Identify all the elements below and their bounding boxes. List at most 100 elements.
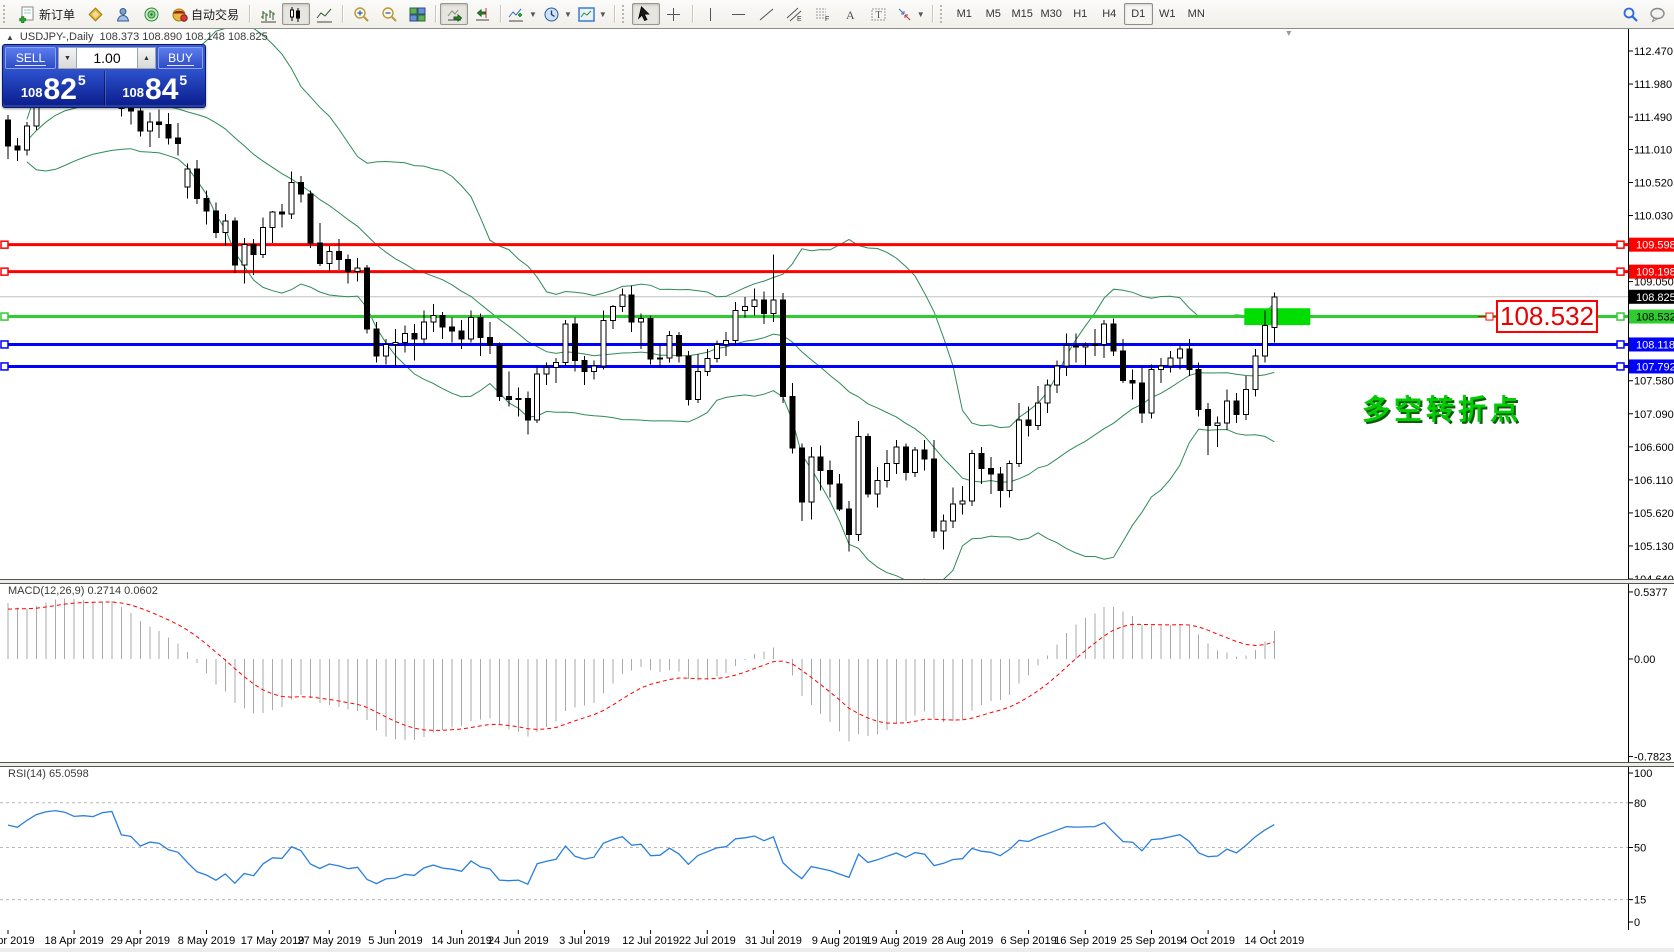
svg-text:14 Oct 2019: 14 Oct 2019	[1244, 935, 1304, 947]
svg-text:107.792: 107.792	[1636, 361, 1674, 373]
horizontal-line-button[interactable]	[725, 3, 753, 25]
candlestick-chart-button[interactable]	[282, 3, 310, 25]
bar-chart-button[interactable]	[254, 3, 282, 25]
search-icon[interactable]	[1622, 6, 1639, 23]
svg-text:9 Aug 2019: 9 Aug 2019	[812, 935, 868, 947]
svg-text:100: 100	[1634, 768, 1652, 780]
toolbar-grip[interactable]	[3, 5, 10, 23]
bar-chart-icon	[260, 6, 277, 23]
channel-button[interactable]: E	[781, 3, 809, 25]
profiles-button[interactable]	[109, 3, 137, 25]
svg-text:111.490: 111.490	[1634, 112, 1672, 124]
new-order-button[interactable]: 新订单	[13, 3, 81, 25]
toolbar-grip[interactable]	[940, 5, 947, 23]
auto-scroll-icon	[446, 6, 463, 23]
sell-price-small: 108	[21, 85, 43, 100]
callout-anchor[interactable]	[1486, 313, 1493, 320]
sell-price-display[interactable]: 108 82 5	[3, 71, 105, 105]
horizontal-line-icon	[730, 6, 747, 23]
volume-increase-button[interactable]: ▲	[137, 47, 156, 69]
text-label-button[interactable]: T	[865, 3, 893, 25]
svg-text:5 Jun 2019: 5 Jun 2019	[368, 935, 422, 947]
svg-text:31 Jul 2019: 31 Jul 2019	[745, 935, 802, 947]
svg-text:112.470: 112.470	[1634, 46, 1673, 58]
volume-stepper: ▼ 1.00 ▲	[58, 47, 156, 69]
tile-windows-button[interactable]	[403, 3, 431, 25]
zoom-in-button[interactable]	[347, 3, 375, 25]
svg-text:-0.7823: -0.7823	[1634, 752, 1671, 764]
chart-canvas[interactable]: 112.470111.980111.490111.010110.520110.0…	[0, 0, 1674, 952]
macd-indicator-label: MACD(12,26,9) 0.2714 0.0602	[8, 585, 158, 597]
trendline-button[interactable]	[753, 3, 781, 25]
crosshair-button[interactable]	[660, 3, 688, 25]
periods-clock-icon	[543, 6, 560, 23]
svg-text:14 Jun 2019: 14 Jun 2019	[431, 935, 492, 947]
svg-text:107.580: 107.580	[1634, 376, 1674, 388]
timeframe-d1-button[interactable]: D1	[1124, 3, 1153, 25]
svg-text:16 Sep 2019: 16 Sep 2019	[1054, 935, 1116, 947]
zoom-out-button[interactable]	[375, 3, 403, 25]
crosshair-icon	[665, 6, 682, 23]
sell-button[interactable]: SELL	[5, 47, 56, 69]
candlestick-chart-icon	[288, 6, 305, 23]
collapse-panel-arrow[interactable]: ▲	[6, 33, 14, 42]
timeframe-m5-button[interactable]: M5	[979, 3, 1008, 25]
text-icon: A	[842, 6, 859, 23]
axis-label-107.792: 107.792	[1629, 359, 1674, 373]
svg-text:4 Oct 2019: 4 Oct 2019	[1181, 935, 1235, 947]
timeframe-m15-button[interactable]: M15	[1008, 3, 1037, 25]
buy-button-label: BUY	[167, 51, 194, 66]
vertical-line-button[interactable]	[697, 3, 725, 25]
periods-button[interactable]: ▼	[540, 3, 575, 25]
timeframe-m30-button[interactable]: M30	[1037, 3, 1066, 25]
chat-icon[interactable]	[1649, 6, 1666, 23]
market-watch-button[interactable]	[81, 3, 109, 25]
cursor-button[interactable]	[632, 3, 660, 25]
indicators-dropdown-arrow[interactable]: ▼	[529, 10, 537, 19]
shapes-dropdown-arrow[interactable]: ▼	[917, 10, 925, 19]
axis-label-current-price: 108.825	[1629, 290, 1674, 304]
symbol-name: USDJPY-,Daily	[20, 31, 94, 43]
svg-text:0.00: 0.00	[1634, 654, 1655, 666]
autotrading-button[interactable]: 自动交易	[165, 3, 245, 25]
sell-button-label: SELL	[15, 51, 46, 66]
svg-text:3 Jul 2019: 3 Jul 2019	[559, 935, 610, 947]
line-chart-button[interactable]	[310, 3, 338, 25]
volume-decrease-button[interactable]: ▼	[58, 47, 77, 69]
zoom-in-icon	[353, 6, 370, 23]
fibonacci-button[interactable]: F	[809, 3, 837, 25]
svg-text:T: T	[876, 10, 882, 21]
fibonacci-icon: F	[814, 6, 831, 23]
templates-dropdown-arrow[interactable]: ▼	[599, 10, 607, 19]
templates-button[interactable]: ▼	[575, 3, 610, 25]
svg-text:25 Sep 2019: 25 Sep 2019	[1120, 935, 1182, 947]
buy-price-display[interactable]: 108 84 5	[105, 71, 206, 105]
indicators-icon	[508, 6, 525, 23]
timeframe-m1-button[interactable]: M1	[950, 3, 979, 25]
signals-button[interactable]	[137, 3, 165, 25]
svg-text:111.980: 111.980	[1634, 79, 1672, 91]
chart-shift-button[interactable]	[468, 3, 496, 25]
timeframe-w1-button[interactable]: W1	[1153, 3, 1182, 25]
turning-point-annotation: 多空转折点	[1362, 388, 1522, 428]
timeframe-h1-button[interactable]: H1	[1066, 3, 1095, 25]
svg-text:105.130: 105.130	[1634, 541, 1674, 553]
text-button[interactable]: A	[837, 3, 865, 25]
shapes-button[interactable]: ▼	[893, 3, 928, 25]
svg-text:A: A	[846, 8, 855, 22]
svg-text:50: 50	[1634, 843, 1646, 855]
svg-text:109.598: 109.598	[1636, 240, 1674, 252]
axis-label-108.118: 108.118	[1629, 337, 1674, 351]
timeframe-h4-button[interactable]: H4	[1095, 3, 1124, 25]
price-callout-box[interactable]: 108.532	[1496, 300, 1598, 333]
svg-text:22 Jul 2019: 22 Jul 2019	[679, 935, 736, 947]
timeframe-mn-button[interactable]: MN	[1182, 3, 1211, 25]
toolbar-grip[interactable]	[622, 5, 629, 23]
auto-scroll-button[interactable]	[440, 3, 468, 25]
svg-text:28 Aug 2019: 28 Aug 2019	[932, 935, 994, 947]
buy-button[interactable]: BUY	[158, 47, 203, 69]
periods-dropdown-arrow[interactable]: ▼	[564, 10, 572, 19]
indicators-button[interactable]: ▼	[505, 3, 540, 25]
toolbar-separator	[435, 5, 436, 23]
volume-input[interactable]: 1.00	[77, 47, 137, 69]
